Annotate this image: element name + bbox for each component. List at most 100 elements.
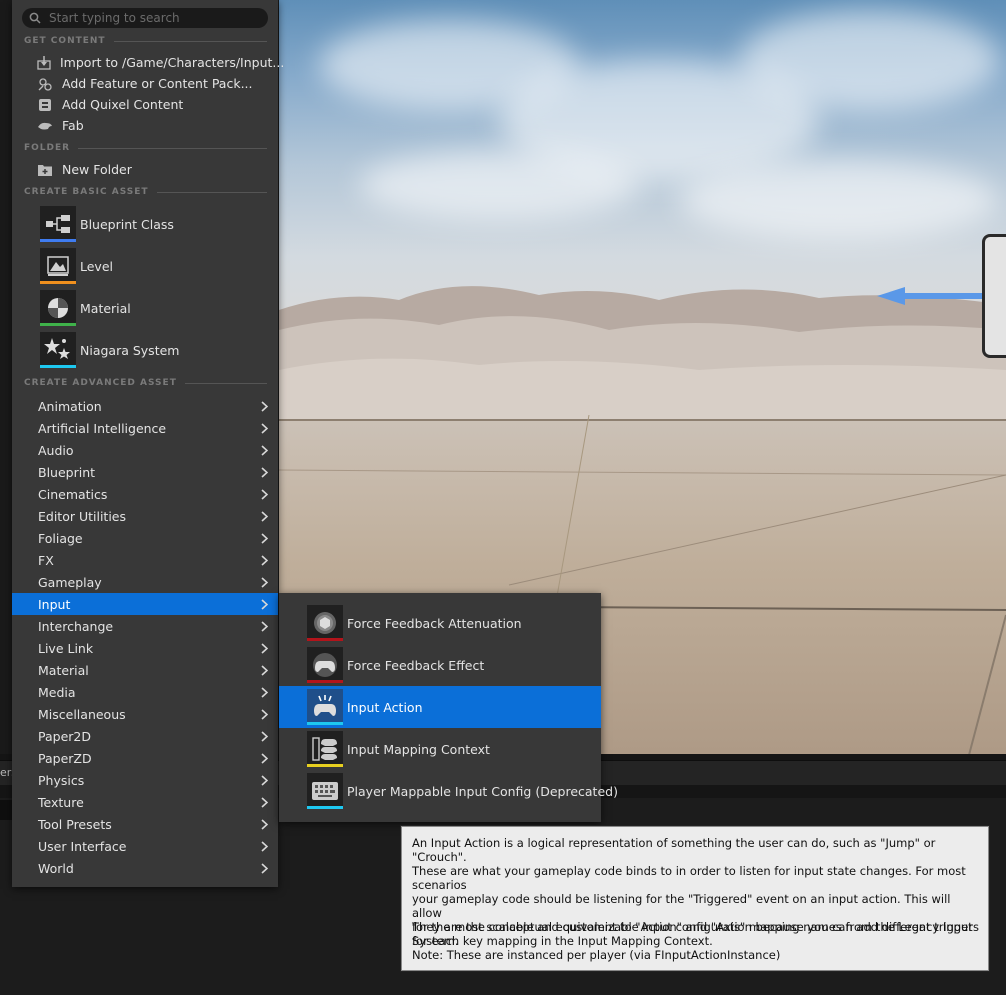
- category-label: Animation: [38, 398, 102, 414]
- category-item-live-link[interactable]: Live Link: [12, 637, 278, 659]
- material-menu-item[interactable]: Material: [12, 287, 278, 329]
- chevron-right-icon: [258, 554, 270, 566]
- tooltip-paragraph-2: They are the conceptual equivalent to "A…: [412, 920, 973, 948]
- category-label: PaperZD: [38, 750, 92, 766]
- category-item-editor-utilities[interactable]: Editor Utilities: [12, 505, 278, 527]
- search-input[interactable]: [43, 10, 268, 26]
- section-divider: [78, 147, 267, 149]
- blueprint-class-menu-item[interactable]: Blueprint Class: [12, 203, 278, 245]
- chevron-right-icon: [258, 466, 270, 478]
- new-folder-icon: [37, 162, 53, 178]
- niagara-system-menu-item[interactable]: Niagara System: [12, 329, 278, 371]
- menu-item-label: Player Mappable Input Config (Deprecated…: [347, 783, 618, 799]
- category-item-foliage[interactable]: Foliage: [12, 527, 278, 549]
- material-icon: [40, 290, 76, 326]
- category-item-miscellaneous[interactable]: Miscellaneous: [12, 703, 278, 725]
- category-label: Live Link: [38, 640, 94, 656]
- add-quixel-menu-item[interactable]: Add Quixel Content: [12, 94, 278, 115]
- category-item-interchange[interactable]: Interchange: [12, 615, 278, 637]
- add-content-menu: GET CONTENT Import to /Game/Characters/I…: [12, 0, 284, 887]
- category-label: Artificial Intelligence: [38, 420, 167, 436]
- player-start-marker[interactable]: [982, 234, 1006, 358]
- asset-color-bar: [40, 365, 76, 368]
- section-create-basic-asset: CREATE BASIC ASSET: [24, 186, 267, 198]
- chevron-right-icon: [258, 400, 270, 412]
- asset-color-bar: [307, 638, 343, 641]
- menu-item-label: Material: [80, 300, 131, 316]
- chevron-right-icon: [258, 752, 270, 764]
- chevron-right-icon: [258, 796, 270, 808]
- input-mapping-context-icon: [307, 731, 343, 767]
- asset-color-bar: [307, 764, 343, 767]
- quixel-icon: [37, 97, 53, 113]
- category-item-cinematics[interactable]: Cinematics: [12, 483, 278, 505]
- category-item-tool-presets[interactable]: Tool Presets: [12, 813, 278, 835]
- category-label: Miscellaneous: [38, 706, 126, 722]
- asset-color-bar: [40, 239, 76, 242]
- player-mappable-input-config-menu-item[interactable]: Player Mappable Input Config (Deprecated…: [279, 770, 618, 812]
- chevron-right-icon: [258, 862, 270, 874]
- search-box[interactable]: [22, 8, 268, 28]
- section-label: CREATE ADVANCED ASSET: [24, 378, 177, 388]
- category-item-user-interface[interactable]: User Interface: [12, 835, 278, 857]
- section-folder: FOLDER: [24, 142, 267, 154]
- search-icon: [29, 11, 43, 25]
- input-action-menu-item[interactable]: Input Action: [279, 686, 601, 728]
- chevron-right-icon: [258, 532, 270, 544]
- tooltip-paragraph-3: Note: These are instanced per player (vi…: [412, 948, 781, 962]
- category-item-blueprint[interactable]: Blueprint: [12, 461, 278, 483]
- category-item-physics[interactable]: Physics: [12, 769, 278, 791]
- chevron-right-icon: [258, 510, 270, 522]
- fab-icon: [37, 118, 53, 134]
- chevron-right-icon: [258, 708, 270, 720]
- input-mapping-context-menu-item[interactable]: Input Mapping Context: [279, 728, 601, 770]
- section-label: CREATE BASIC ASSET: [24, 187, 149, 197]
- asset-color-bar: [307, 722, 343, 725]
- category-item-media[interactable]: Media: [12, 681, 278, 703]
- input-action-icon: [307, 689, 343, 725]
- new-folder-menu-item[interactable]: New Folder: [12, 159, 278, 180]
- category-label: User Interface: [38, 838, 127, 854]
- level-icon: [40, 248, 76, 284]
- category-item-paperzd[interactable]: PaperZD: [12, 747, 278, 769]
- force-feedback-effect-menu-item[interactable]: Force Feedback Effect: [279, 644, 601, 686]
- category-item-audio[interactable]: Audio: [12, 439, 278, 461]
- fab-menu-item[interactable]: Fab: [12, 115, 278, 136]
- force-feedback-effect-icon: [307, 647, 343, 683]
- menu-item-label: Force Feedback Attenuation: [347, 615, 522, 631]
- chevron-right-icon: [258, 730, 270, 742]
- category-item-input[interactable]: Input: [12, 593, 278, 615]
- asset-color-bar: [307, 806, 343, 809]
- category-label: FX: [38, 552, 54, 568]
- category-label: Interchange: [38, 618, 114, 634]
- level-menu-item[interactable]: Level: [12, 245, 278, 287]
- category-item-material[interactable]: Material: [12, 659, 278, 681]
- category-label: Editor Utilities: [38, 508, 127, 524]
- chevron-right-icon: [258, 620, 270, 632]
- category-label: Input: [38, 596, 71, 612]
- category-item-world[interactable]: World: [12, 857, 278, 879]
- category-item-paper2d[interactable]: Paper2D: [12, 725, 278, 747]
- menu-item-label: Add Quixel Content: [62, 97, 184, 112]
- niagara-system-icon: [40, 332, 76, 368]
- add-feature-pack-menu-item[interactable]: Add Feature or Content Pack...: [12, 73, 278, 94]
- category-item-animation[interactable]: Animation: [12, 395, 278, 417]
- asset-color-bar: [40, 281, 76, 284]
- menu-item-label: Blueprint Class: [80, 216, 174, 232]
- category-item-texture[interactable]: Texture: [12, 791, 278, 813]
- import-menu-item[interactable]: Import to /Game/Characters/Input...: [12, 52, 284, 73]
- import-icon: [37, 55, 51, 71]
- chevron-right-icon: [258, 818, 270, 830]
- chevron-right-icon: [258, 686, 270, 698]
- chevron-right-icon: [258, 488, 270, 500]
- category-item-gameplay[interactable]: Gameplay: [12, 571, 278, 593]
- section-get-content: GET CONTENT: [24, 35, 267, 47]
- chevron-right-icon: [258, 642, 270, 654]
- force-feedback-attenuation-menu-item[interactable]: Force Feedback Attenuation: [279, 602, 601, 644]
- section-divider: [184, 382, 267, 384]
- category-label: Physics: [38, 772, 85, 788]
- chevron-right-icon: [258, 576, 270, 588]
- category-item-fx[interactable]: FX: [12, 549, 278, 571]
- category-item-artificial-intelligence[interactable]: Artificial Intelligence: [12, 417, 278, 439]
- menu-item-label: Input Mapping Context: [347, 741, 490, 757]
